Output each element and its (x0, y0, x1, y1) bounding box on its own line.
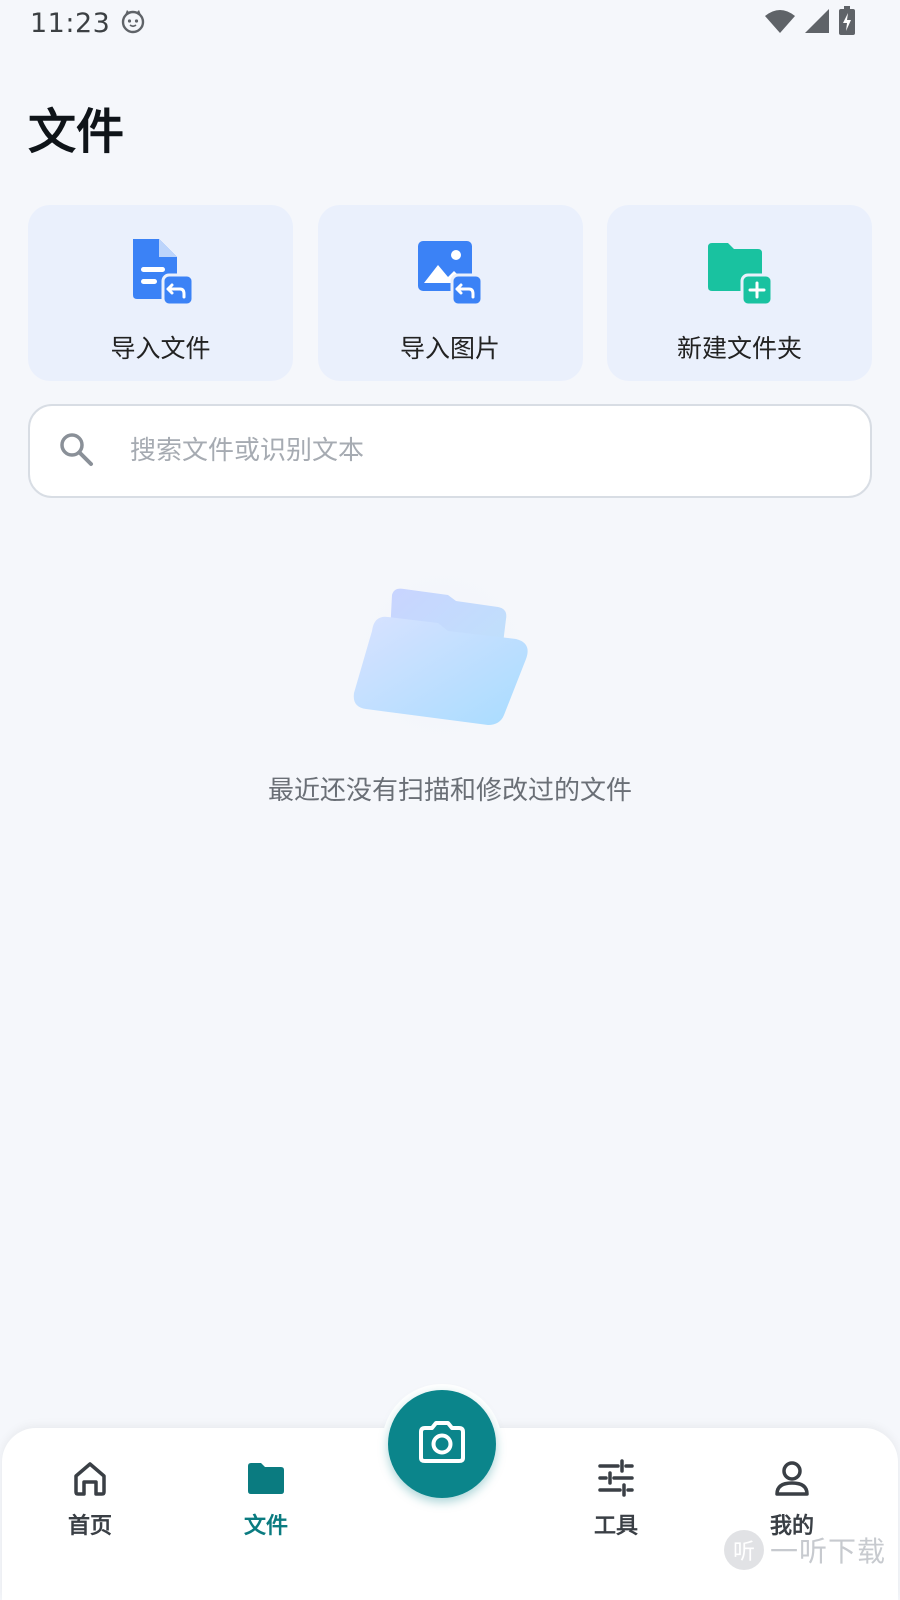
new-folder-button[interactable]: 新建文件夹 (607, 205, 872, 381)
status-bar: 11:23 (0, 0, 900, 46)
status-time: 11:23 (30, 7, 111, 39)
camera-icon (417, 1420, 467, 1468)
nav-item-files[interactable]: 文件 (206, 1458, 326, 1540)
nav-label-files: 文件 (243, 1514, 288, 1539)
empty-state-message: 最近还没有扫描和修改过的文件 (267, 776, 632, 806)
watermark: 听 一听下载 (724, 1528, 894, 1572)
import-file-icon (125, 237, 197, 309)
import-file-button[interactable]: 导入文件 (28, 205, 293, 381)
quick-actions: 导入文件 导入图片 新建文件夹 (28, 205, 872, 381)
import-image-label: 导入图片 (399, 334, 500, 363)
sliders-icon (596, 1458, 636, 1498)
camera-button[interactable] (388, 1390, 496, 1498)
home-icon (70, 1458, 110, 1498)
import-image-button[interactable]: 导入图片 (317, 205, 583, 381)
cat-face-icon (120, 8, 146, 38)
search-input[interactable] (130, 436, 810, 466)
nav-item-home[interactable]: 首页 (30, 1458, 150, 1540)
signal-icon (804, 8, 830, 38)
battery-charging-icon (838, 6, 856, 40)
folder-icon (246, 1458, 286, 1498)
nav-label-tools: 工具 (593, 1514, 638, 1539)
search-icon (58, 431, 94, 471)
watermark-text: 一听下载 (770, 1535, 887, 1568)
status-left: 11:23 (30, 8, 146, 39)
empty-folder-icon (330, 555, 550, 755)
search-box[interactable] (28, 404, 872, 498)
watermark-badge: 听 (724, 1530, 764, 1570)
page-title: 文件 (28, 104, 125, 160)
nav-label-home: 首页 (67, 1514, 112, 1539)
user-icon (772, 1458, 812, 1498)
new-folder-label: 新建文件夹 (676, 334, 802, 363)
new-folder-icon (704, 237, 776, 309)
import-image-icon (414, 237, 486, 309)
import-file-label: 导入文件 (110, 334, 211, 363)
wifi-icon (764, 8, 796, 38)
nav-item-tools[interactable]: 工具 (556, 1458, 676, 1540)
status-right (764, 6, 856, 40)
